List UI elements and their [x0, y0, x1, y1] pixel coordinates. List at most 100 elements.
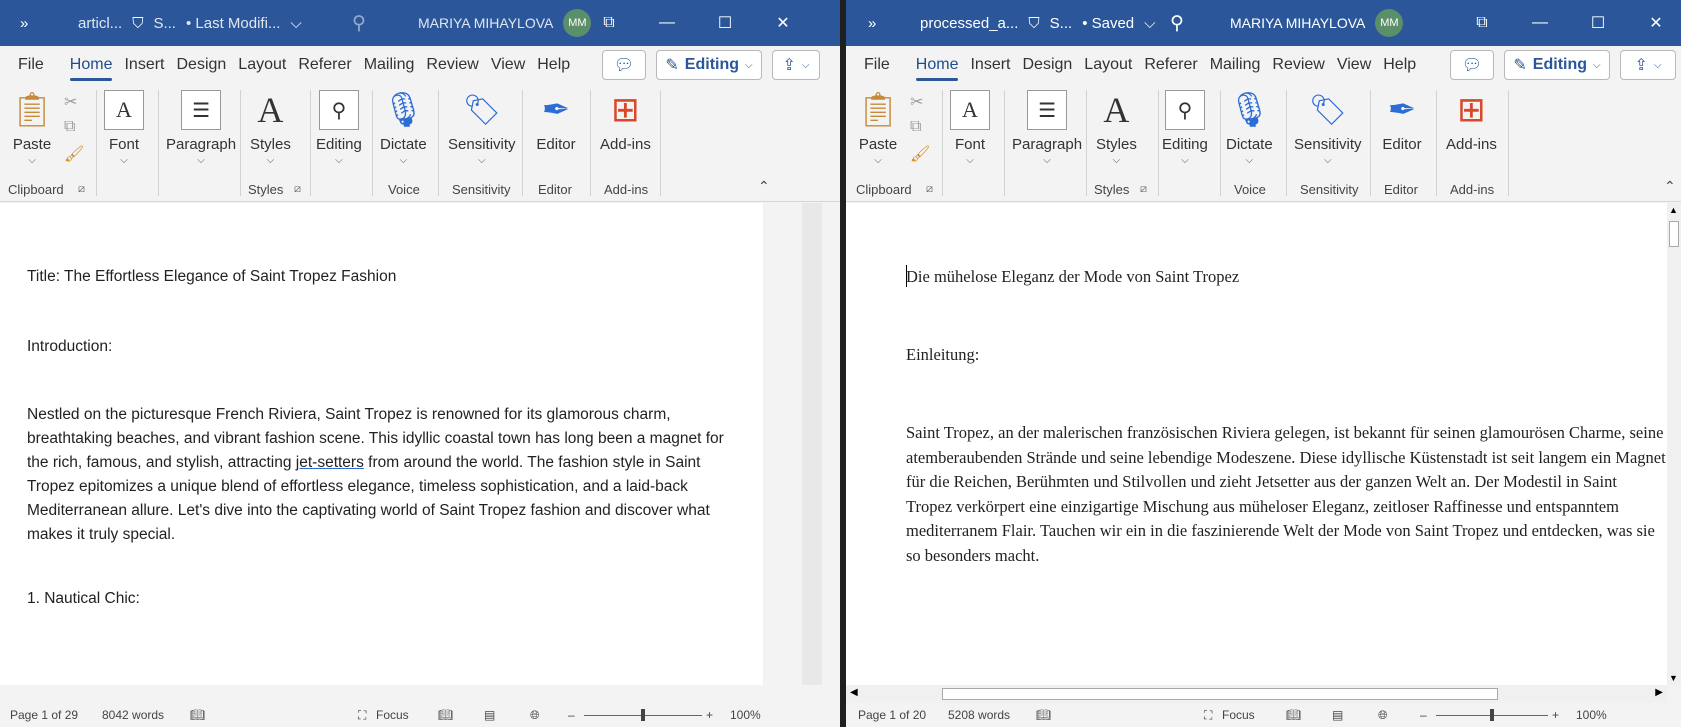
addins-button[interactable]: ⊞ Add-ins [1446, 90, 1497, 153]
tab-help[interactable]: Help [1383, 56, 1416, 74]
page-count[interactable]: Page 1 of 29 [10, 708, 78, 722]
horizontal-scrollbar[interactable]: ◀ ▶ [846, 685, 1667, 703]
read-mode-icon[interactable]: 📖︎ [438, 708, 453, 722]
comments-button[interactable]: 💬︎ [602, 50, 646, 80]
share-button[interactable]: ⇪ ⌵ [772, 50, 820, 80]
ribbon-display-icon[interactable]: ⧉ [580, 14, 638, 32]
document-page[interactable]: Title: The Effortless Elegance of Saint … [0, 203, 763, 685]
document-title[interactable]: processed_a... ⛉ S... • Saved ⌵ [920, 0, 1156, 46]
sensitivity-button[interactable]: 🏷︎ Sensitivity ⌵ [448, 90, 516, 167]
dictate-button[interactable]: 🎙︎ Dictate ⌵ [1226, 90, 1273, 166]
sensitivity-button[interactable]: 🏷︎ Sensitivity ⌵ [1294, 90, 1362, 167]
scroll-up-icon[interactable]: ▲ [1669, 205, 1678, 215]
chevron-down-icon[interactable]: ⌵ [290, 15, 301, 32]
web-layout-icon[interactable]: 🌐︎ [530, 708, 540, 723]
cut-icon[interactable]: ✂ [910, 92, 923, 112]
word-count[interactable]: 8042 words [102, 708, 164, 722]
scroll-thumb[interactable] [942, 688, 1498, 700]
tab-file[interactable]: File [18, 56, 44, 74]
proofing-icon[interactable]: 📖︎ [190, 708, 205, 722]
tab-references[interactable]: Referer [1144, 56, 1197, 74]
quick-access-chevron-icon[interactable]: » [868, 0, 876, 46]
scroll-down-icon[interactable]: ▼ [1669, 673, 1678, 683]
editing-button[interactable]: ⚲ Editing ⌵ [1162, 90, 1208, 166]
print-layout-icon[interactable]: ▤ [484, 708, 495, 722]
dialog-launcher-icon[interactable]: ⧄ [78, 183, 85, 196]
tab-home[interactable]: Home [69, 56, 112, 81]
zoom-slider-thumb[interactable] [1490, 709, 1494, 721]
close-icon[interactable]: ✕ [754, 13, 812, 33]
maximize-icon[interactable]: ☐ [696, 13, 754, 33]
zoom-level[interactable]: 100% [1576, 708, 1607, 722]
zoom-level[interactable]: 100% [730, 708, 761, 722]
dialog-launcher-icon[interactable]: ⧄ [926, 183, 933, 196]
editing-mode-button[interactable]: ✎ Editing ⌵ [1504, 50, 1610, 80]
minimize-icon[interactable]: — [1511, 14, 1569, 32]
cut-icon[interactable]: ✂ [64, 92, 77, 112]
proofing-icon[interactable]: 📖︎ [1036, 708, 1051, 722]
tab-view[interactable]: View [491, 56, 525, 74]
collapse-ribbon-icon[interactable]: ⌃ [1664, 178, 1676, 195]
tab-review[interactable]: Review [1272, 56, 1324, 74]
tab-layout[interactable]: Layout [238, 56, 286, 74]
font-button[interactable]: A Font ⌵ [104, 90, 144, 166]
zoom-slider-thumb[interactable] [641, 709, 645, 721]
focus-icon[interactable]: ⛶ [358, 708, 366, 723]
scroll-right-icon[interactable]: ▶ [1655, 687, 1663, 698]
tab-view[interactable]: View [1337, 56, 1371, 74]
format-painter-icon[interactable]: 🖌︎ [64, 144, 84, 164]
chevron-down-icon[interactable]: ⌵ [1144, 15, 1155, 32]
tab-design[interactable]: Design [176, 56, 226, 74]
format-painter-icon[interactable]: 🖌︎ [910, 144, 930, 164]
copy-icon[interactable]: ⧉ [64, 118, 75, 136]
tab-insert[interactable]: Insert [970, 56, 1010, 74]
copy-icon[interactable]: ⧉ [910, 118, 921, 136]
ribbon-display-icon[interactable]: ⧉ [1453, 14, 1511, 32]
tab-layout[interactable]: Layout [1084, 56, 1132, 74]
collapse-ribbon-icon[interactable]: ⌃ [758, 178, 770, 195]
tab-mailings[interactable]: Mailing [364, 56, 415, 74]
avatar[interactable]: MM [1375, 9, 1404, 37]
maximize-icon[interactable]: ☐ [1569, 13, 1627, 33]
focus-icon[interactable]: ⛶ [1204, 708, 1212, 723]
tab-mailings[interactable]: Mailing [1210, 56, 1261, 74]
styles-button[interactable]: A Styles ⌵ [1096, 90, 1137, 166]
editor-button[interactable]: ✒︎ Editor [536, 90, 576, 153]
tab-help[interactable]: Help [537, 56, 570, 74]
focus-label[interactable]: Focus [1222, 708, 1255, 722]
flagged-word[interactable]: jet-setters [296, 454, 364, 471]
quick-access-chevron-icon[interactable]: » [20, 0, 28, 46]
zoom-out-icon[interactable]: – [1420, 708, 1427, 722]
scroll-thumb[interactable] [1669, 221, 1679, 247]
dialog-launcher-icon[interactable]: ⧄ [1140, 183, 1147, 196]
scroll-left-icon[interactable]: ◀ [850, 687, 858, 698]
read-mode-icon[interactable]: 📖︎ [1286, 708, 1301, 722]
search-icon[interactable]: ⚲ [352, 0, 366, 46]
editing-button[interactable]: ⚲ Editing ⌵ [316, 90, 362, 166]
vertical-scrollbar[interactable] [802, 203, 822, 685]
addins-button[interactable]: ⊞ Add-ins [600, 90, 651, 153]
tab-references[interactable]: Referer [298, 56, 351, 74]
styles-button[interactable]: A Styles ⌵ [250, 90, 291, 166]
paste-button[interactable]: 📋︎ Paste ⌵ [10, 90, 53, 166]
zoom-in-icon[interactable]: + [1552, 708, 1559, 722]
dialog-launcher-icon[interactable]: ⧄ [294, 183, 301, 196]
minimize-icon[interactable]: — [638, 14, 696, 32]
dictate-button[interactable]: 🎙︎ Dictate ⌵ [380, 90, 427, 166]
focus-label[interactable]: Focus [376, 708, 409, 722]
web-layout-icon[interactable]: 🌐︎ [1378, 708, 1388, 723]
document-page[interactable]: Die mühelose Eleganz der Mode von Saint … [846, 203, 1667, 685]
zoom-in-icon[interactable]: + [706, 708, 713, 722]
tab-design[interactable]: Design [1022, 56, 1072, 74]
zoom-out-icon[interactable]: – [568, 708, 575, 722]
document-title[interactable]: articl... ⛉ S... • Last Modifi... ⌵ [78, 0, 302, 46]
editing-mode-button[interactable]: ✎ Editing ⌵ [656, 50, 762, 80]
paragraph-button[interactable]: ☰ Paragraph ⌵ [1012, 90, 1082, 166]
share-button[interactable]: ⇪ ⌵ [1620, 50, 1676, 80]
account[interactable]: MARIYA MIHAYLOVA MM [418, 0, 592, 46]
comments-button[interactable]: 💬︎ [1450, 50, 1494, 80]
tab-insert[interactable]: Insert [124, 56, 164, 74]
editor-button[interactable]: ✒︎ Editor [1382, 90, 1422, 153]
word-count[interactable]: 5208 words [948, 708, 1010, 722]
tab-file[interactable]: File [864, 56, 890, 74]
